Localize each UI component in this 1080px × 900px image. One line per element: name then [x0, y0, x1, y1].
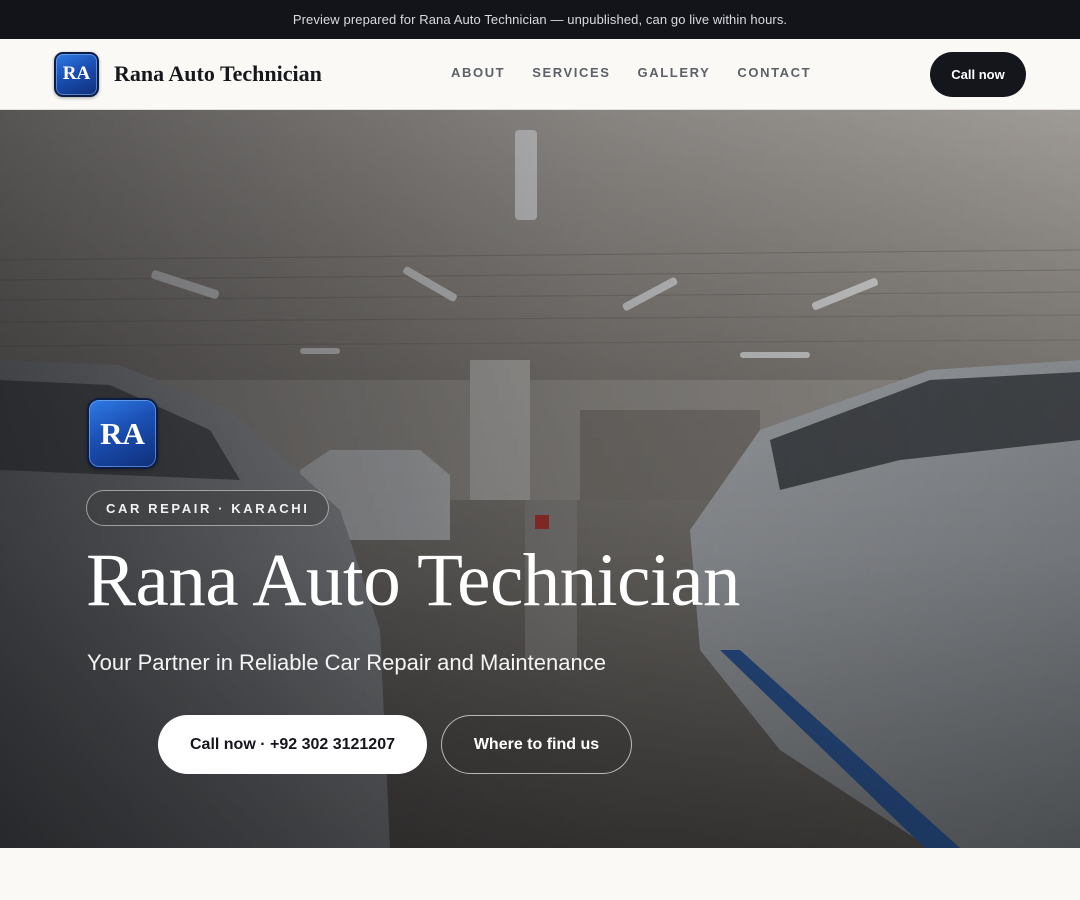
logo-icon: RA	[54, 51, 99, 97]
brand-home-link[interactable]: RA Rana Auto Technician	[54, 51, 322, 97]
hero-section: RA CAR REPAIR · KARACHI Rana Auto Techni…	[0, 110, 1080, 848]
nav-services[interactable]: SERVICES	[532, 65, 610, 80]
brand-name: Rana Auto Technician	[114, 61, 322, 86]
hero-subtitle: Your Partner in Reliable Car Repair and …	[87, 650, 606, 675]
hero-title: Rana Auto Technician	[86, 539, 741, 622]
hero-logo-icon: RA	[87, 398, 158, 469]
site-header: RA Rana Auto Technician ABOUT SERVICES G…	[0, 39, 1080, 110]
next-section	[0, 848, 1080, 900]
main-nav: ABOUT SERVICES GALLERY CONTACT	[451, 65, 811, 80]
nav-contact[interactable]: CONTACT	[737, 65, 811, 80]
preview-banner-text: Preview prepared for Rana Auto Technicia…	[292, 12, 788, 27]
hero-call-button[interactable]: Call now · +92 302 3121207	[158, 715, 427, 774]
hero-location-button[interactable]: Where to find us	[441, 715, 632, 774]
hero-tag: CAR REPAIR · KARACHI	[86, 490, 330, 526]
preview-banner: Preview prepared for Rana Auto Technicia…	[0, 0, 1080, 39]
header-call-button[interactable]: Call now	[930, 52, 1026, 97]
nav-gallery[interactable]: GALLERY	[638, 65, 711, 80]
nav-about[interactable]: ABOUT	[451, 65, 505, 80]
